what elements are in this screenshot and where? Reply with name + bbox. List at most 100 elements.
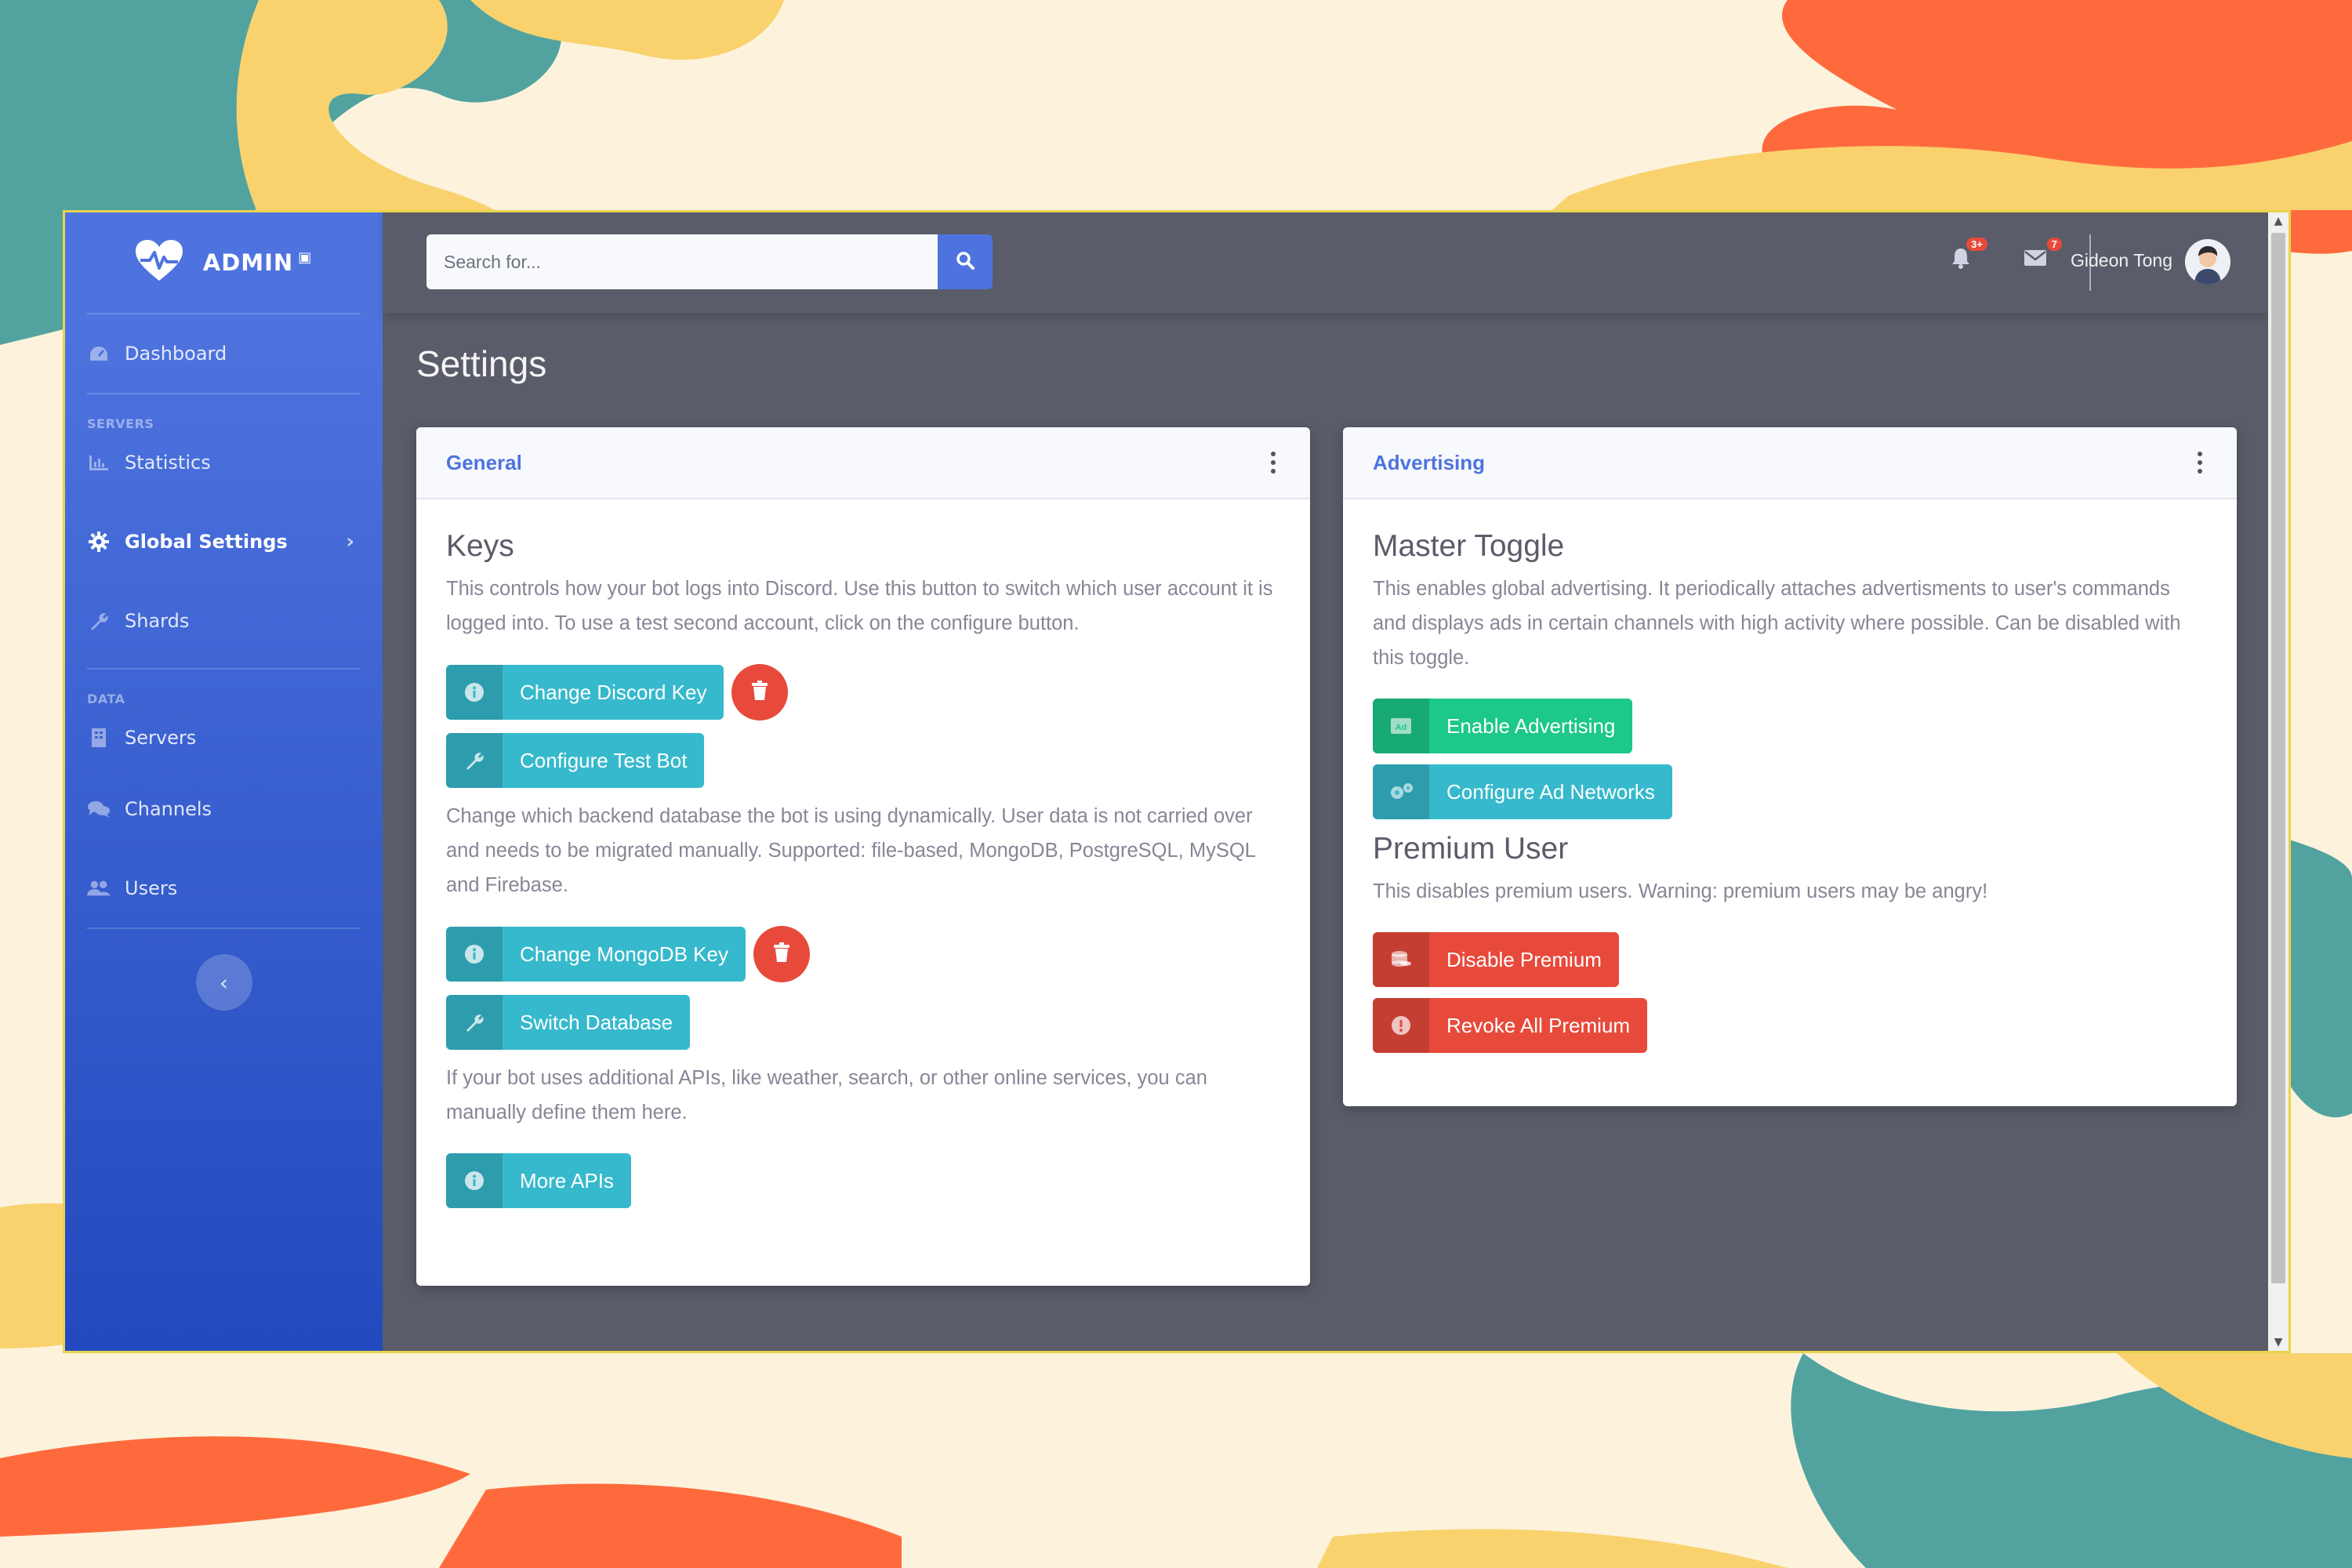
sidebar-item-statistics[interactable]: Statistics	[65, 431, 383, 494]
configure-test-bot-button[interactable]: Configure Test Bot	[446, 733, 705, 788]
sidebar-item-label: Dashboard	[125, 343, 227, 365]
search-icon	[956, 251, 975, 273]
brand-name: ADMIN ▣	[202, 249, 313, 276]
scrollbar[interactable]: ▲ ▼	[2268, 212, 2288, 1351]
sidebar-item-servers[interactable]: Servers	[65, 706, 383, 769]
exclamation-circle-icon	[1373, 998, 1429, 1053]
configure-ad-networks-button[interactable]: Configure Ad Networks	[1373, 764, 1672, 819]
avatar[interactable]	[2185, 239, 2230, 285]
card-body: Keys This controls how your bot logs int…	[416, 499, 1310, 1250]
button-row: Change MongoDB Key	[446, 926, 1280, 982]
tachometer-icon	[87, 342, 111, 365]
ad-icon: Ad	[1373, 699, 1429, 753]
sidebar-item-dashboard[interactable]: Dashboard	[65, 314, 383, 393]
messages-button[interactable]: 7	[2020, 238, 2062, 275]
sidebar-item-global-settings[interactable]: Global Settings ›	[65, 494, 383, 590]
delete-discord-key-button[interactable]	[731, 664, 789, 720]
sidebar-toggle-button[interactable]: ‹	[195, 954, 252, 1011]
button-row: Disable Premium	[1373, 932, 2207, 987]
cog-icon	[87, 530, 111, 554]
svg-text:Ad: Ad	[1396, 723, 1407, 732]
button-row: Switch Database	[446, 995, 1280, 1050]
sidebar-divider	[87, 927, 361, 929]
more-options-icon[interactable]	[2193, 447, 2207, 478]
button-row: Configure Test Bot	[446, 733, 1280, 788]
card-header: Advertising	[1343, 427, 2237, 499]
keys-heading: Keys	[446, 529, 514, 563]
wrench-icon	[446, 995, 503, 1050]
scroll-down-icon[interactable]: ▼	[2268, 1334, 2288, 1351]
delete-mongodb-key-button[interactable]	[753, 926, 810, 982]
general-card: General Keys This controls how your bot …	[416, 427, 1310, 1286]
card-title: General	[446, 450, 522, 474]
trash-icon	[773, 942, 790, 967]
button-label: Configure Test Bot	[520, 748, 688, 772]
trash-icon	[751, 680, 768, 705]
sidebar-item-shards[interactable]: Shards	[65, 590, 383, 652]
search-input[interactable]	[426, 234, 938, 289]
card-header: General	[416, 427, 1310, 499]
master-toggle-description: This enables global advertising. It peri…	[1373, 578, 2181, 669]
button-row: Revoke All Premium	[1373, 998, 2207, 1053]
premium-user-description: This disables premium users. Warning: pr…	[1373, 880, 1988, 902]
button-row: More APIs	[446, 1153, 1280, 1208]
alerts-button[interactable]: 3+	[1945, 238, 1987, 275]
sidebar-item-label: Servers	[125, 727, 197, 749]
sidebar-item-users[interactable]: Users	[65, 849, 383, 927]
comments-icon	[87, 797, 111, 821]
button-label: Configure Ad Networks	[1446, 779, 1655, 804]
sidebar-item-channels[interactable]: Channels	[65, 769, 383, 849]
sidebar-heading-data: Data	[87, 691, 125, 706]
sidebar-item-label: Shards	[125, 610, 190, 632]
scrollbar-thumb[interactable]	[2271, 233, 2285, 1283]
user-name[interactable]: Gideon Tong	[2071, 250, 2172, 271]
button-label: Change MongoDB Key	[520, 942, 728, 966]
button-label: More APIs	[520, 1168, 614, 1192]
envelope-icon	[2024, 249, 2047, 270]
sidebar-item-label: Statistics	[125, 452, 211, 474]
card-title: Advertising	[1373, 450, 1486, 474]
heart-pulse-icon	[135, 240, 183, 285]
sidebar: ADMIN ▣ Dashboard Servers Statistics Glob…	[65, 212, 383, 1351]
enable-advertising-button[interactable]: Ad Enable Advertising	[1373, 699, 1633, 753]
change-discord-key-button[interactable]: Change Discord Key	[446, 665, 724, 720]
disable-premium-button[interactable]: Disable Premium	[1373, 932, 1619, 987]
search-form	[426, 234, 993, 289]
master-toggle-heading: Master Toggle	[1373, 529, 1565, 563]
button-label: Change Discord Key	[520, 680, 707, 704]
card-body: Master Toggle This enables global advert…	[1343, 499, 2237, 1095]
bell-icon	[1951, 247, 1971, 272]
change-mongodb-key-button[interactable]: Change MongoDB Key	[446, 927, 746, 982]
button-label: Switch Database	[520, 1010, 673, 1034]
messages-badge: 7	[2046, 238, 2062, 251]
button-label: Revoke All Premium	[1446, 1013, 1631, 1037]
app-window: ADMIN ▣ Dashboard Servers Statistics Glob…	[63, 210, 2291, 1353]
wrench-icon	[87, 609, 111, 633]
more-options-icon[interactable]	[1266, 447, 1280, 478]
button-row: Configure Ad Networks	[1373, 764, 2207, 819]
alerts-badge: 3+	[1966, 238, 1987, 251]
users-icon	[87, 877, 111, 900]
sidebar-brand[interactable]: ADMIN ▣	[65, 212, 383, 313]
sidebar-heading-servers: Servers	[87, 416, 154, 431]
chart-icon	[87, 451, 111, 474]
button-label: Enable Advertising	[1446, 713, 1616, 738]
chevron-right-icon: ›	[346, 530, 354, 554]
database-description: Change which backend database the bot is…	[446, 805, 1255, 896]
info-circle-icon	[446, 927, 503, 982]
page-title: Settings	[416, 343, 547, 384]
search-button[interactable]	[938, 234, 993, 289]
button-row: Ad Enable Advertising	[1373, 699, 2207, 753]
brand-chat-icon: ▣	[298, 249, 313, 267]
more-apis-button[interactable]: More APIs	[446, 1153, 631, 1208]
scroll-up-icon[interactable]: ▲	[2268, 212, 2288, 230]
server-icon	[87, 726, 111, 750]
sidebar-item-label: Global Settings	[125, 531, 288, 553]
sidebar-item-label: Channels	[125, 798, 212, 820]
topbar: 3+ 7 Gideon Tong	[383, 212, 2268, 313]
premium-user-heading: Premium User	[1373, 832, 1569, 866]
revoke-all-premium-button[interactable]: Revoke All Premium	[1373, 998, 1648, 1053]
switch-database-button[interactable]: Switch Database	[446, 995, 691, 1050]
button-row: Change Discord Key	[446, 664, 1280, 720]
coins-icon	[1373, 932, 1429, 987]
